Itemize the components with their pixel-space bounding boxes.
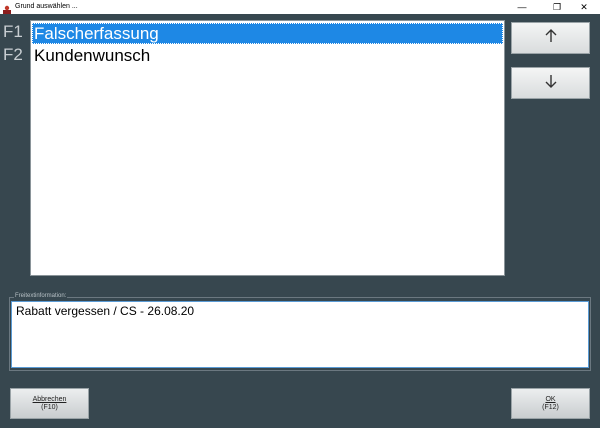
minimize-button[interactable]: — [511, 0, 533, 14]
arrow-down-icon [544, 74, 558, 93]
ok-button-shortcut: (F12) [542, 403, 559, 411]
ok-button-label: OK [545, 395, 556, 403]
shortcut-key-label: F1 [3, 22, 23, 41]
window-title: Grund auswählen ... [15, 3, 78, 10]
cancel-button[interactable]: Abbrechen (F10) [10, 388, 89, 419]
list-item[interactable]: Falscherfassung [32, 23, 503, 44]
ok-button[interactable]: OK (F12) [511, 388, 590, 419]
app-icon [2, 2, 12, 14]
arrow-up-icon [544, 28, 558, 48]
cancel-button-shortcut: (F10) [41, 403, 58, 411]
free-text-group-label: Freitextinformation: [14, 292, 68, 300]
title-bar: Grund auswählen ... — ❐ ✕ [0, 0, 600, 14]
list-item[interactable]: Kundenwunsch [32, 45, 503, 66]
maximize-button[interactable]: ❐ [546, 0, 568, 14]
cancel-button-label: Abbrechen [32, 395, 67, 403]
close-button[interactable]: ✕ [573, 0, 595, 14]
shortcut-key-label: F2 [3, 45, 23, 64]
move-down-button[interactable] [511, 67, 590, 99]
free-text-input[interactable]: Rabatt vergessen / CS - 26.08.20 [11, 301, 589, 368]
reason-list[interactable]: Falscherfassung Kundenwunsch [30, 20, 505, 276]
move-up-button[interactable] [511, 22, 590, 54]
